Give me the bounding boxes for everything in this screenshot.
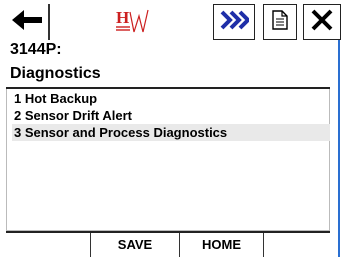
device-tag: 3144P: [10, 41, 62, 58]
device-screen: H 3144P: Diagnostics 1 Hot Backup 2 Sens… [0, 0, 346, 263]
menu-item-sensor-drift-alert[interactable]: 2 Sensor Drift Alert [12, 107, 330, 124]
close-button[interactable] [303, 4, 341, 40]
hart-logo-icon: H [114, 6, 154, 40]
bottom-bar: SAVE HOME [6, 231, 330, 257]
menu-item-hot-backup[interactable]: 1 Hot Backup [12, 90, 330, 107]
page-title: Diagnostics [10, 65, 101, 82]
close-x-icon [311, 9, 333, 36]
back-button[interactable] [6, 4, 50, 40]
top-toolbar: H [0, 4, 341, 44]
next-button[interactable] [213, 4, 255, 40]
right-edge-rule [338, 6, 340, 257]
document-icon [272, 9, 288, 35]
document-button[interactable] [263, 4, 297, 40]
main-frame: H 3144P: Diagnostics 1 Hot Backup 2 Sens… [0, 0, 341, 263]
svg-text:H: H [116, 8, 129, 27]
home-button[interactable]: HOME [180, 233, 264, 257]
menu-item-sensor-process-diagnostics[interactable]: 3 Sensor and Process Diagnostics [12, 124, 330, 141]
save-button[interactable]: SAVE [90, 233, 180, 257]
left-arrow-icon [10, 8, 44, 37]
double-chevron-right-icon [219, 10, 251, 35]
menu-list: 1 Hot Backup 2 Sensor Drift Alert 3 Sens… [12, 90, 330, 141]
